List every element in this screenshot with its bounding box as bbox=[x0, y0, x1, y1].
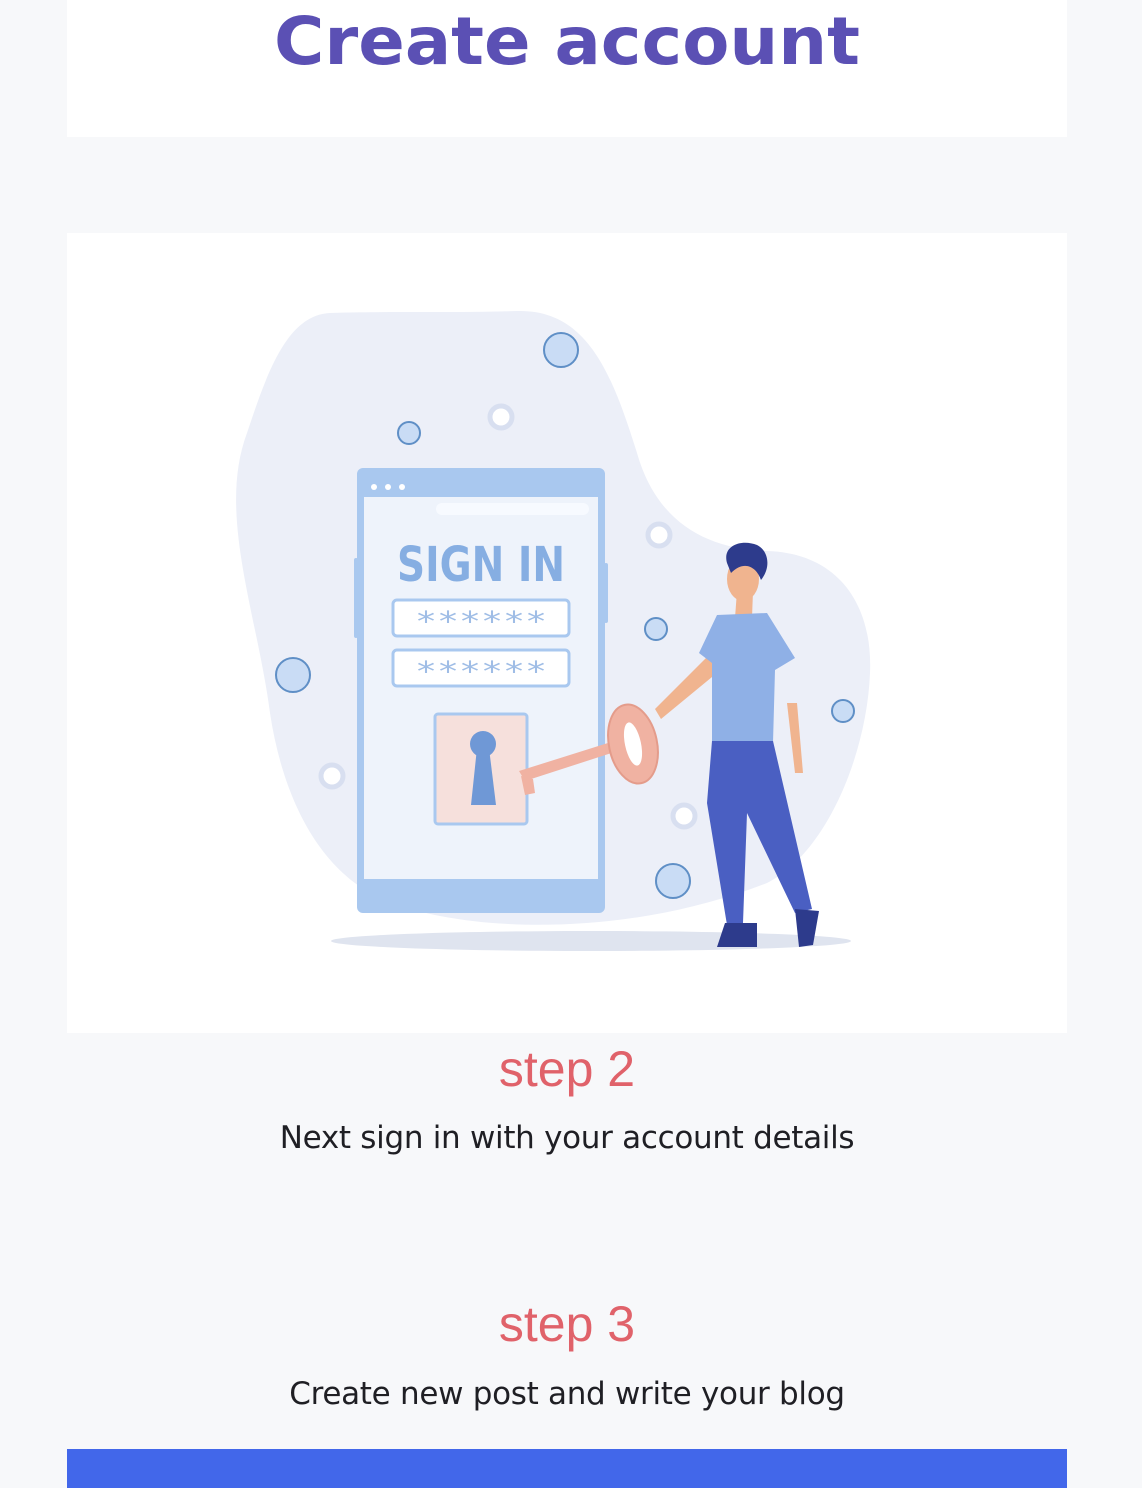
bubble bbox=[275, 657, 311, 693]
phone-dot bbox=[371, 484, 377, 490]
step-2-description: Next sign in with your account details bbox=[279, 1120, 855, 1156]
phone-side-button bbox=[604, 563, 608, 623]
page-title-graphic: Create account bbox=[274, 3, 860, 80]
phone-side-button bbox=[354, 558, 358, 638]
sign-in-illustration: SIGN IN ****** ****** bbox=[236, 310, 871, 951]
ring-bubble bbox=[318, 762, 346, 790]
step-2-title: step 2 bbox=[498, 1041, 636, 1097]
sign-in-label: SIGN IN bbox=[397, 537, 565, 593]
page-title: Create account bbox=[274, 3, 860, 80]
person-shoe bbox=[717, 923, 757, 947]
ring-bubble bbox=[645, 521, 673, 549]
bubble bbox=[655, 863, 691, 899]
phone-dot bbox=[385, 484, 391, 490]
ring-bubble bbox=[487, 403, 515, 431]
ring-bubble bbox=[670, 802, 698, 830]
phone-illustration: SIGN IN ****** ****** bbox=[354, 468, 608, 913]
header-card: Create account bbox=[67, 0, 1067, 137]
step-3-title: step 3 bbox=[498, 1296, 636, 1352]
bubble bbox=[397, 421, 421, 445]
phone-dot bbox=[399, 484, 405, 490]
bubble bbox=[543, 332, 579, 368]
password-mask-1: ****** bbox=[415, 605, 547, 638]
illustration-card: SIGN IN ****** ****** bbox=[67, 233, 1067, 1033]
phone-address-bar bbox=[436, 503, 589, 515]
ground-shadow bbox=[331, 931, 851, 951]
bubble bbox=[831, 699, 855, 723]
password-mask-2: ****** bbox=[415, 655, 547, 688]
footer-bar bbox=[67, 1449, 1067, 1488]
content-column: Create account SIGN IN ****** ****** ste… bbox=[67, 0, 1067, 1488]
bubble bbox=[644, 617, 668, 641]
step-3-description: Create new post and write your blog bbox=[289, 1376, 845, 1412]
